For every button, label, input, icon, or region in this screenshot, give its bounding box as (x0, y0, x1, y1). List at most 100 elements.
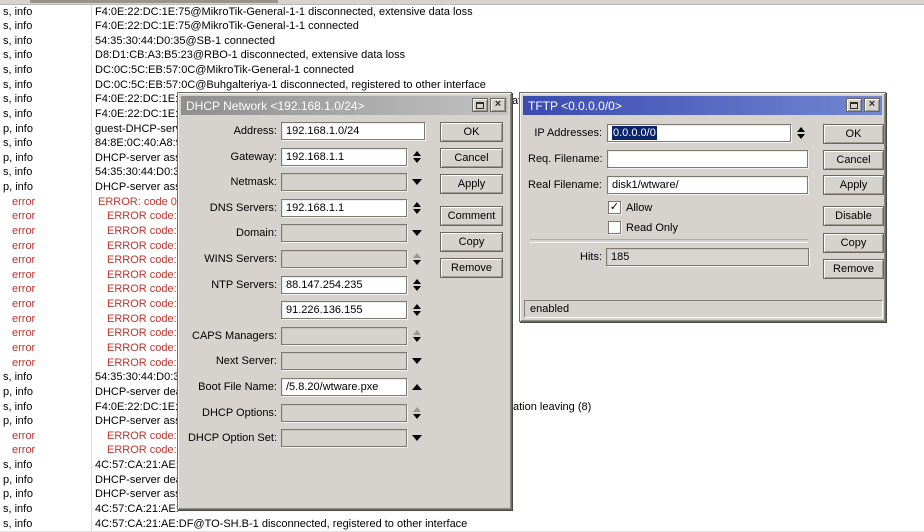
log-row[interactable]: s, infoD8:D1:CB:A3:B5:23@RBO-1 disconnec… (0, 48, 924, 64)
spinner-down-icon[interactable] (797, 134, 805, 139)
log-row[interactable]: s, infoDC:0C:5C:EB:57:0C@MikroTik-Genera… (0, 63, 924, 79)
ok-button[interactable]: OK (823, 124, 884, 144)
log-message-cell: ERROR code: (92, 443, 177, 457)
dropdown-icon[interactable] (412, 435, 422, 441)
spinner-down-icon[interactable] (413, 260, 421, 265)
next-server-field (281, 352, 407, 370)
address-field[interactable]: 192.168.1.0/24 (281, 122, 425, 140)
remove-button[interactable]: Remove (440, 258, 503, 278)
maximize-icon[interactable] (472, 98, 488, 112)
caps-managers-label: CAPS Managers: (186, 327, 277, 345)
dropdown-icon[interactable] (412, 230, 422, 236)
spinner-up-icon[interactable] (413, 279, 421, 284)
disable-button[interactable]: Disable (823, 206, 884, 226)
log-topic-cell: error (0, 326, 92, 341)
comment-button[interactable]: Comment (440, 206, 503, 226)
maximize-icon[interactable] (846, 98, 862, 112)
log-row[interactable]: s, infoDC:0C:5C:EB:57:0C@Buhgalteriya-1 … (0, 78, 924, 94)
spinner-up-icon[interactable] (413, 202, 421, 207)
hits-field: 185 (606, 248, 809, 266)
log-topic-cell: s, info (0, 136, 92, 151)
dns-servers-spinner[interactable] (410, 199, 424, 217)
copy-button[interactable]: Copy (823, 233, 884, 253)
log-row[interactable]: s, info4C:57:CA:21:AE:DF@TO-SH.B-1 disco… (0, 517, 924, 532)
log-message-cell: ERROR code: (92, 253, 177, 267)
log-message-cell: 54:35:30:44:D0:3 (92, 165, 179, 179)
log-topic-cell: s, info (0, 165, 92, 180)
log-row[interactable]: s, info54:35:30:44:D0:35@SB-1 connected (0, 34, 924, 50)
spinner-up-icon (413, 330, 421, 335)
spinner-down-icon[interactable] (413, 337, 421, 342)
ntp-servers-2-field[interactable]: 91.226.136.155 (281, 301, 407, 319)
tftp-dialog-titlebar[interactable]: TFTP <0.0.0.0/0> × (523, 96, 882, 115)
dns-servers-field[interactable]: 192.168.1.1 (281, 199, 407, 217)
ntp-servers-2-spinner[interactable] (410, 301, 424, 319)
spinner-up-icon[interactable] (413, 304, 421, 309)
spinner-down-icon[interactable] (413, 311, 421, 316)
tftp-dialog-title: TFTP <0.0.0.0/0> (528, 99, 622, 113)
log-message-cell: ERROR code: (92, 341, 177, 355)
spinner-up-icon (413, 407, 421, 412)
caps-managers-field (281, 327, 407, 345)
ntp-servers-label: NTP Servers: (186, 276, 277, 294)
dropdown-icon[interactable] (412, 358, 422, 364)
maximize-glyph (476, 102, 484, 109)
boot-file-name-spinner[interactable] (410, 378, 424, 396)
dhcp-options-label: DHCP Options: (186, 404, 277, 422)
ip-addresses-spinner[interactable] (794, 124, 808, 142)
log-message-cell: guest-DHCP-serv (92, 122, 181, 136)
close-icon[interactable]: × (490, 98, 506, 112)
log-message-cell: 54:35:30:44:D0:35@SB-1 connected (92, 34, 275, 48)
dhcp-dialog-titlebar[interactable]: DHCP Network <192.168.1.0/24> × (181, 96, 508, 115)
spinner-down-icon[interactable] (413, 158, 421, 163)
log-topic-cell: s, info (0, 78, 92, 93)
log-topic-cell: s, info (0, 48, 92, 63)
gateway-spinner[interactable] (410, 148, 424, 166)
apply-button[interactable]: Apply (440, 174, 503, 194)
ntp-servers-spinner[interactable] (410, 276, 424, 294)
ip-addresses-field[interactable]: 0.0.0.0/0 (607, 124, 791, 142)
spinner-down-icon[interactable] (413, 286, 421, 291)
remove-button[interactable]: Remove (823, 259, 884, 279)
gateway-field[interactable]: 192.168.1.1 (281, 148, 407, 166)
log-message-cell: D8:D1:CB:A3:B5:23@RBO-1 disconnected, ex… (92, 48, 405, 62)
copy-button[interactable]: Copy (440, 232, 503, 252)
dropdown-icon[interactable] (412, 179, 422, 185)
log-message-cell: ERROR code: (92, 429, 177, 443)
domain-label: Domain: (186, 224, 277, 242)
log-message-cell: ERROR code: (92, 209, 177, 223)
log-row[interactable]: s, infoF4:0E:22:DC:1E:75@MikroTik-Genera… (0, 19, 924, 35)
log-message-cell: ERROR code: (92, 326, 177, 340)
real-filename-field[interactable]: disk1/wtware/ (607, 176, 808, 194)
log-topic-cell: s, info (0, 34, 92, 49)
spinner-down-icon[interactable] (413, 414, 421, 419)
log-message-cell: ERROR code: (92, 312, 177, 326)
spinner-down-icon[interactable] (413, 209, 421, 214)
apply-button[interactable]: Apply (823, 175, 884, 195)
dhcp-options-field (281, 404, 407, 422)
ntp-servers-field[interactable]: 88.147.254.235 (281, 276, 407, 294)
address-label: Address: (186, 122, 277, 140)
req-filename-field[interactable] (607, 150, 808, 168)
maximize-glyph (850, 102, 858, 109)
cancel-button[interactable]: Cancel (823, 150, 884, 170)
log-topic-cell: error (0, 239, 92, 254)
log-row[interactable]: s, infoF4:0E:22:DC:1E:75@MikroTik-Genera… (0, 5, 924, 21)
cancel-button[interactable]: Cancel (440, 148, 503, 168)
read-only-checkbox[interactable] (608, 221, 621, 234)
real-filename-label: Real Filename: (528, 176, 602, 194)
boot-file-name-field[interactable]: /5.8.20/wtware.pxe (281, 378, 407, 396)
log-message-cell: DHCP-server ass (92, 487, 181, 501)
spinner-up-icon[interactable] (413, 151, 421, 156)
spinner-up-icon[interactable] (412, 384, 422, 390)
spinner-up-icon[interactable] (797, 127, 805, 132)
log-message-cell: F4:0E:22:DC:1E: (92, 92, 178, 106)
next-server-label: Next Server: (186, 352, 277, 370)
allow-checkbox[interactable]: ✓ (608, 201, 621, 214)
log-topic-cell: s, info (0, 517, 92, 532)
log-message-cell: 4C:57:CA:21:AE: (92, 458, 179, 472)
ok-button[interactable]: OK (440, 122, 503, 142)
close-icon[interactable]: × (864, 98, 880, 112)
log-topic-cell: s, info (0, 107, 92, 122)
wins-servers-field (281, 250, 407, 268)
